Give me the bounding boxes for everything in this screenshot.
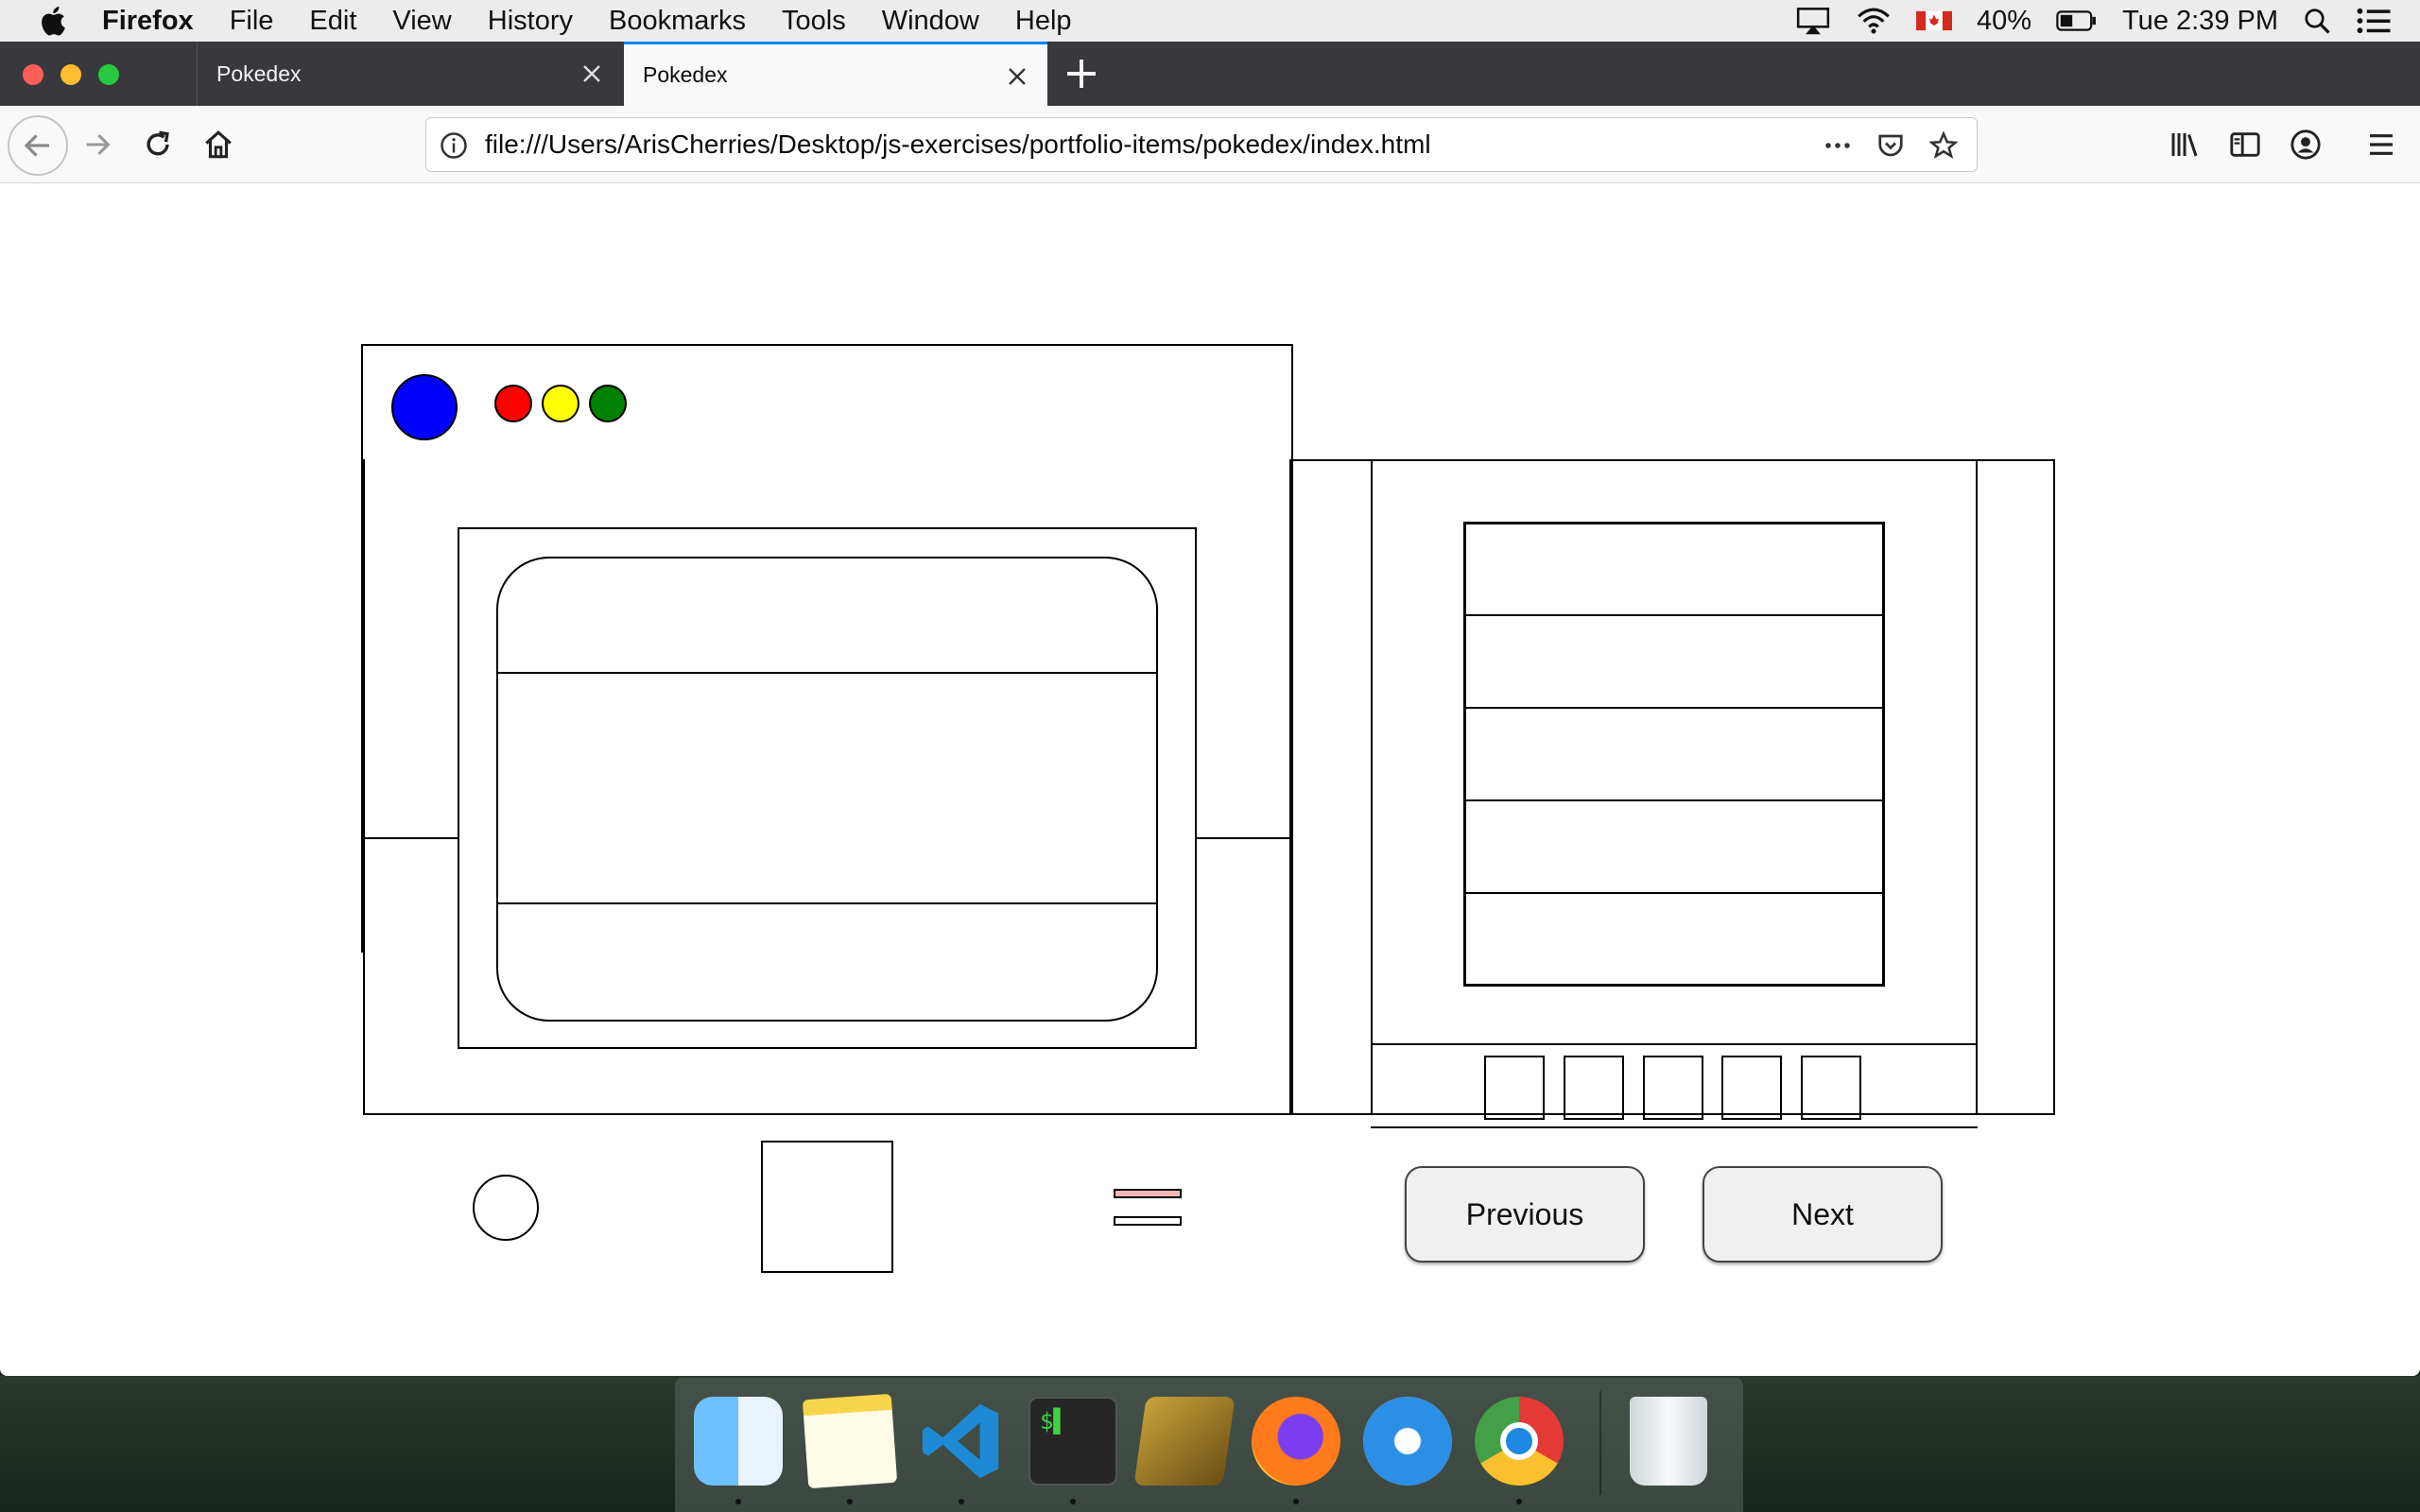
safari-icon[interactable] xyxy=(1363,1397,1452,1486)
arrow-left-icon xyxy=(24,134,49,157)
screen-divider-bottom xyxy=(498,902,1156,904)
page-actions-more-icon[interactable] xyxy=(1824,131,1852,160)
apple-icon[interactable] xyxy=(38,4,72,38)
back-button[interactable] xyxy=(8,115,68,176)
canada-flag-icon[interactable] xyxy=(1916,6,1952,36)
green-light xyxy=(589,385,627,422)
info-icon[interactable] xyxy=(440,131,468,160)
library-icon xyxy=(2171,133,2198,157)
firefox-window: Pokedex Pokedex file:///Users/ArisCherri… xyxy=(0,42,2420,1376)
running-indicator xyxy=(1516,1499,1522,1504)
new-tab-plus-icon[interactable] xyxy=(1063,55,1100,93)
speaker-stripe-bottom xyxy=(1114,1216,1182,1226)
address-bar[interactable]: file:///Users/ArisCherries/Desktop/js-ex… xyxy=(425,117,1978,172)
square-control-pad[interactable] xyxy=(761,1141,893,1273)
menu-window[interactable]: Window xyxy=(882,6,979,37)
previous-button[interactable]: Previous xyxy=(1405,1166,1645,1263)
close-tab-icon[interactable] xyxy=(1006,65,1028,88)
page-content: Previous Next xyxy=(0,183,2420,1376)
macos-menubar: Firefox File Edit View History Bookmarks… xyxy=(0,0,2420,42)
app-menu-button[interactable] xyxy=(2354,117,2409,172)
navigation-toolbar: file:///Users/ArisCherries/Desktop/js-ex… xyxy=(0,106,2420,183)
close-tab-icon[interactable] xyxy=(580,62,603,85)
pokemon-list-row[interactable] xyxy=(1466,524,1882,616)
account-icon xyxy=(2290,129,2321,160)
mini-square-button[interactable] xyxy=(1721,1056,1782,1120)
menu-bookmarks[interactable]: Bookmarks xyxy=(609,6,746,37)
round-control-button[interactable] xyxy=(473,1175,539,1241)
menubar-clock[interactable]: Tue 2:39 PM xyxy=(2122,6,2278,37)
menu-history[interactable]: History xyxy=(488,6,573,37)
forward-button[interactable] xyxy=(70,117,125,172)
menu-file[interactable]: File xyxy=(230,6,274,37)
reload-icon xyxy=(147,130,169,156)
spotlight-search-icon[interactable] xyxy=(2303,6,2331,36)
running-indicator xyxy=(1070,1499,1076,1504)
tab-title: Pokedex xyxy=(643,62,728,87)
filezilla-icon[interactable] xyxy=(1133,1397,1236,1486)
wifi-icon[interactable] xyxy=(1856,6,1892,36)
url-text[interactable]: file:///Users/ArisCherries/Desktop/js-ex… xyxy=(485,129,1431,160)
tab-pokedex-2[interactable]: Pokedex xyxy=(624,42,1047,106)
menu-view[interactable]: View xyxy=(392,6,451,37)
menu-help[interactable]: Help xyxy=(1015,6,1072,37)
firefox-icon[interactable] xyxy=(1252,1397,1340,1486)
pokemon-list-row[interactable] xyxy=(1466,801,1882,894)
mini-square-button[interactable] xyxy=(1564,1056,1624,1120)
library-button[interactable] xyxy=(2157,117,2212,172)
finder-icon[interactable] xyxy=(694,1397,783,1486)
window-minimize-button[interactable] xyxy=(60,64,81,85)
pokemon-display-screen xyxy=(496,557,1158,1022)
yellow-light xyxy=(542,385,579,422)
big-blue-light xyxy=(391,374,458,440)
tab-pokedex-1[interactable]: Pokedex xyxy=(197,42,622,106)
running-indicator xyxy=(959,1499,964,1504)
next-button[interactable]: Next xyxy=(1703,1166,1943,1263)
window-zoom-button[interactable] xyxy=(98,64,119,85)
menu-tools[interactable]: Tools xyxy=(782,6,846,37)
running-indicator xyxy=(735,1499,741,1504)
pokemon-list-row[interactable] xyxy=(1466,894,1882,981)
trash-icon[interactable] xyxy=(1630,1397,1707,1486)
sidebar-icon xyxy=(2230,132,2260,157)
pocket-icon[interactable] xyxy=(1876,131,1905,160)
home-button[interactable] xyxy=(191,117,246,172)
mini-square-button[interactable] xyxy=(1801,1056,1861,1120)
battery-icon[interactable] xyxy=(2056,6,2098,36)
dock-separator xyxy=(1599,1391,1601,1495)
pokemon-list xyxy=(1463,522,1885,987)
tab-title: Pokedex xyxy=(216,60,302,86)
bookmark-star-icon[interactable] xyxy=(1929,131,1958,160)
pokemon-list-row[interactable] xyxy=(1466,616,1882,709)
battery-percent: 40% xyxy=(1977,5,2032,36)
menu-edit[interactable]: Edit xyxy=(309,6,356,37)
reload-button[interactable] xyxy=(130,117,185,172)
pokemon-list-row[interactable] xyxy=(1466,709,1882,801)
window-close-button[interactable] xyxy=(23,64,43,85)
macos-dock: $▌ xyxy=(675,1378,1743,1512)
hamburger-menu-icon xyxy=(2370,134,2393,155)
vscode-icon[interactable] xyxy=(917,1397,1006,1486)
menu-app-name[interactable]: Firefox xyxy=(102,6,194,37)
terminal-icon[interactable]: $▌ xyxy=(1028,1397,1117,1486)
account-button[interactable] xyxy=(2278,117,2333,172)
mini-square-button[interactable] xyxy=(1643,1056,1703,1120)
notification-center-icon[interactable] xyxy=(2356,6,2392,36)
screen-divider-top xyxy=(498,672,1156,674)
speaker-stripe-top xyxy=(1114,1189,1182,1198)
chrome-icon[interactable] xyxy=(1475,1397,1564,1486)
tab-strip: Pokedex Pokedex xyxy=(0,42,2420,106)
mini-square-button[interactable] xyxy=(1484,1056,1545,1120)
airplay-icon[interactable] xyxy=(1795,6,1831,36)
sidebar-button[interactable] xyxy=(2218,117,2273,172)
home-icon xyxy=(205,130,232,159)
running-indicator xyxy=(847,1499,853,1504)
running-indicator xyxy=(1293,1499,1299,1504)
notes-icon[interactable] xyxy=(802,1393,898,1489)
red-light xyxy=(494,385,532,422)
arrow-right-icon xyxy=(86,133,111,156)
